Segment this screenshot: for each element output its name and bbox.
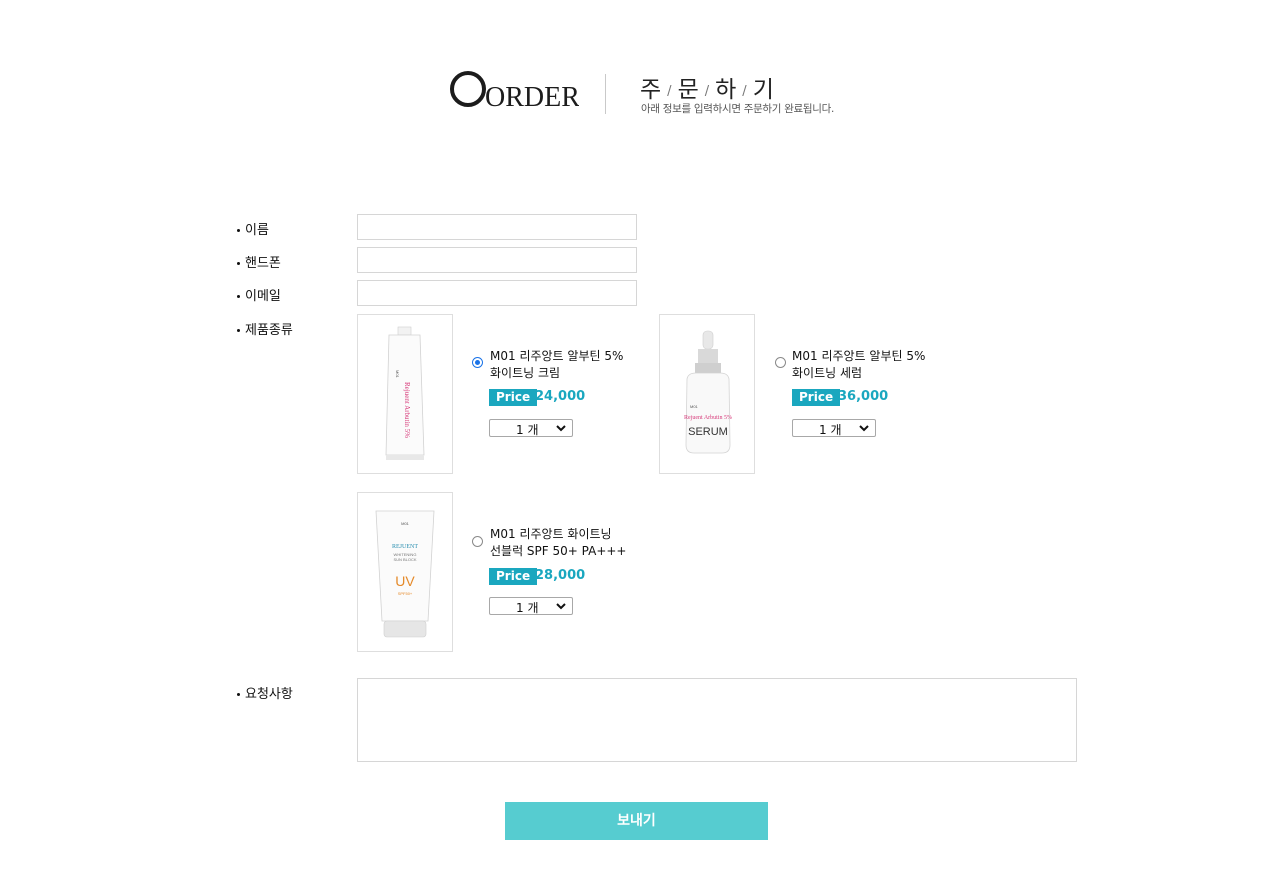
product-price: 28,000 — [535, 568, 586, 583]
product-radio-cream[interactable] — [472, 357, 483, 368]
cream-tube-icon: Rejuent Arbutin 5% M01 — [385, 326, 425, 460]
svg-text:Rejuent Arbutin 5%: Rejuent Arbutin 5% — [403, 382, 411, 438]
product-name: M01 리주앙트 알부틴 5% 화이트닝 크림 — [490, 349, 624, 380]
logo-text: ORDER — [485, 82, 579, 112]
product-name: M01 리주앙트 화이트닝 선블럭 SPF 50+ PA+++ — [490, 527, 627, 558]
svg-text:REJUENT: REJUENT — [392, 544, 418, 550]
product-radio-serum[interactable] — [775, 357, 786, 368]
order-logo: ORDER — [449, 68, 579, 112]
phone-label: 핸드폰 — [237, 252, 281, 271]
phone-field[interactable] — [357, 247, 637, 273]
product-name: M01 리주앙트 알부틴 5% 화이트닝 세럼 — [792, 349, 926, 380]
email-label: 이메일 — [237, 285, 281, 304]
title-char: 하 — [715, 77, 738, 103]
svg-text:M01: M01 — [690, 404, 699, 409]
price-tag: Price — [489, 568, 538, 585]
product-image-sunblock: M01 REJUENT WHITENING SUN BLOCK UV SPF50… — [357, 492, 453, 652]
price-tag: Price — [792, 389, 841, 406]
product-image-serum: Rejuent Arbutin 5% SERUM M01 — [659, 314, 755, 474]
svg-text:M01: M01 — [395, 370, 400, 379]
request-label: 요청사항 — [237, 683, 293, 702]
email-field[interactable] — [357, 280, 637, 306]
page-title: 주 / 문 / 하 / 기 — [640, 77, 775, 103]
quantity-value: 1 개 — [516, 601, 539, 615]
price-tag: Price — [489, 389, 538, 406]
svg-text:M01: M01 — [401, 521, 410, 526]
name-label: 이름 — [237, 219, 269, 238]
quantity-value: 1 개 — [819, 423, 842, 437]
chevron-down-icon — [556, 600, 566, 614]
title-char: 문 — [677, 77, 700, 103]
title-char: 주 — [640, 77, 663, 103]
svg-text:SUN BLOCK: SUN BLOCK — [393, 557, 416, 562]
request-textarea[interactable] — [357, 678, 1077, 762]
serum-bottle-icon: Rejuent Arbutin 5% SERUM M01 — [684, 330, 732, 454]
svg-text:SPF50+: SPF50+ — [398, 591, 413, 596]
chevron-down-icon — [859, 422, 869, 436]
product-price: 36,000 — [838, 389, 889, 404]
product-type-label: 제품종류 — [237, 319, 293, 338]
send-button[interactable]: 보내기 — [505, 802, 768, 840]
svg-text:Rejuent Arbutin 5%: Rejuent Arbutin 5% — [684, 415, 732, 421]
header-divider — [605, 74, 606, 114]
quantity-select[interactable]: 1 개 — [489, 597, 573, 615]
quantity-select[interactable]: 1 개 — [489, 419, 573, 437]
product-price: 24,000 — [535, 389, 586, 404]
product-radio-sunblock[interactable] — [472, 536, 483, 547]
email-input[interactable] — [358, 281, 636, 305]
quantity-value: 1 개 — [516, 423, 539, 437]
name-field[interactable] — [357, 214, 637, 240]
product-image-cream: Rejuent Arbutin 5% M01 — [357, 314, 453, 474]
title-char: 기 — [752, 77, 775, 103]
name-input[interactable] — [358, 215, 636, 239]
phone-input[interactable] — [358, 248, 636, 272]
serum-image-label: SERUM — [688, 426, 728, 438]
page-subtitle: 아래 정보를 입력하시면 주문하기 완료됩니다. — [641, 103, 835, 115]
chevron-down-icon — [556, 422, 566, 436]
quantity-select[interactable]: 1 개 — [792, 419, 876, 437]
sunblock-image-label: UV — [395, 573, 415, 589]
sunblock-tube-icon: M01 REJUENT WHITENING SUN BLOCK UV SPF50… — [375, 510, 435, 638]
